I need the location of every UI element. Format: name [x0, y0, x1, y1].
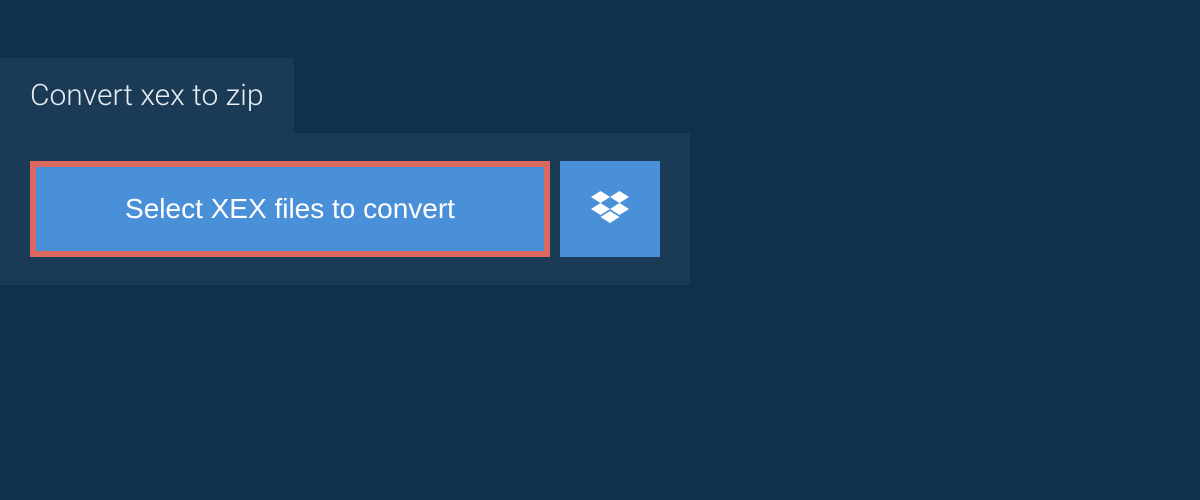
tab-label: Convert xex to zip: [30, 78, 264, 113]
button-row: Select XEX files to convert: [30, 161, 660, 257]
select-files-button[interactable]: Select XEX files to convert: [30, 161, 550, 257]
convert-panel: Select XEX files to convert: [0, 133, 690, 285]
convert-tab[interactable]: Convert xex to zip: [0, 58, 294, 133]
dropbox-button[interactable]: [560, 161, 660, 257]
select-files-label: Select XEX files to convert: [125, 193, 455, 225]
dropbox-icon: [591, 191, 629, 228]
